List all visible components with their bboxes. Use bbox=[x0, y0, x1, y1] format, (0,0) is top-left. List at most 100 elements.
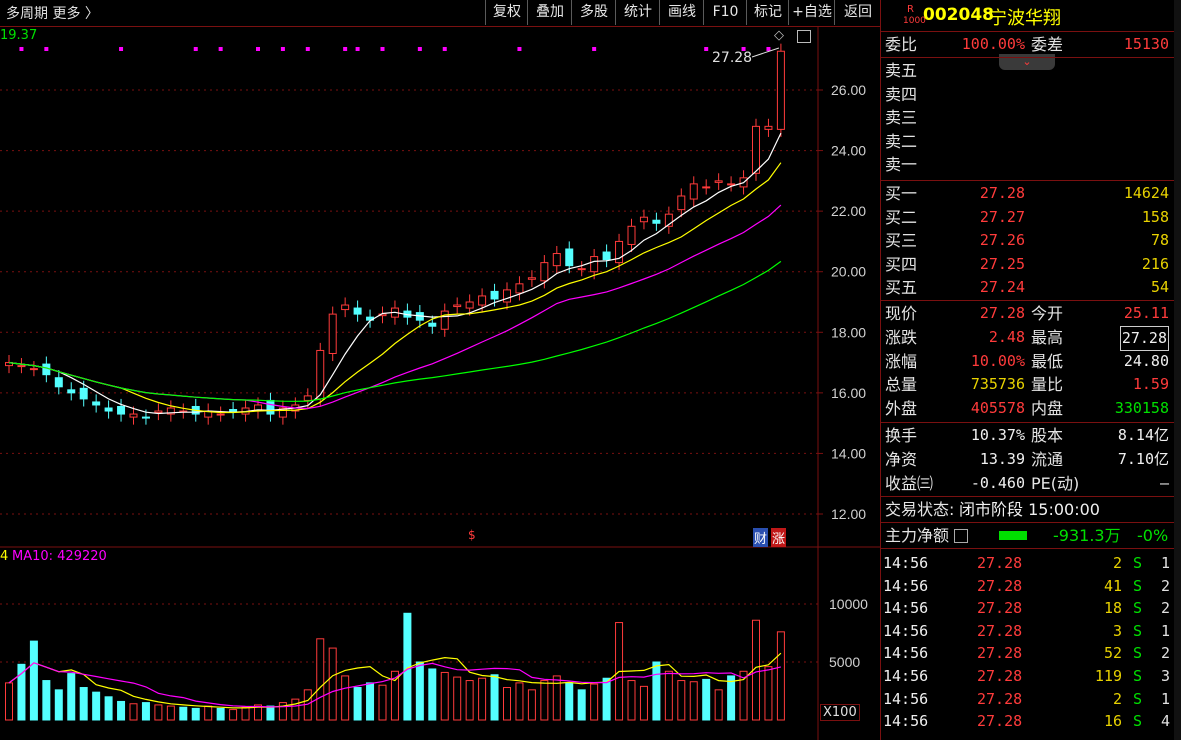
draw-button[interactable]: 画线 bbox=[659, 0, 704, 25]
add-watchlist-button[interactable]: +自选 bbox=[788, 0, 835, 25]
buy-volume: 216 bbox=[1141, 254, 1169, 273]
buy-volume: 158 bbox=[1141, 207, 1169, 226]
tick-row: 14:56 27.28 18 S 2 bbox=[881, 597, 1181, 620]
flow-label: 主力净额 bbox=[885, 526, 950, 545]
candle-body bbox=[590, 256, 599, 273]
volume-bar bbox=[652, 661, 661, 721]
fuquan-button[interactable]: 复权 bbox=[485, 0, 528, 25]
window-toggle-icon[interactable] bbox=[797, 30, 811, 43]
quote-panel: R 1000 002048 宁波华翔 委比 100.00% 委差 15130 ⌄… bbox=[880, 0, 1181, 740]
stats-button[interactable]: 统计 bbox=[615, 0, 660, 25]
tick-volume: 18 bbox=[1103, 599, 1122, 618]
volume-bar bbox=[154, 704, 163, 721]
tick-price: 27.28 bbox=[977, 667, 1023, 685]
candle-body bbox=[229, 409, 238, 412]
quote-value-2: 24.80 bbox=[1123, 351, 1169, 370]
volume-bar bbox=[478, 677, 487, 721]
sell-level-1: 卖一 bbox=[881, 153, 1171, 176]
buy-level-1[interactable]: 买一 27.28 14624 bbox=[881, 182, 1171, 205]
candle-body bbox=[428, 322, 437, 327]
quote-value: 27.28 bbox=[979, 304, 1025, 322]
candle-body bbox=[303, 395, 312, 401]
multi-stock-button[interactable]: 多股 bbox=[571, 0, 616, 25]
buy-level-5[interactable]: 买五 27.24 54 bbox=[881, 276, 1171, 299]
volume-bar bbox=[67, 673, 76, 721]
volume-bar bbox=[727, 675, 736, 721]
ma40-line bbox=[8, 260, 782, 402]
sell-level-2: 卖二 bbox=[881, 130, 1171, 153]
f10-button[interactable]: F10 bbox=[703, 0, 747, 25]
candle-body bbox=[565, 248, 574, 267]
tick-price: 27.28 bbox=[977, 689, 1023, 708]
buy-level-2[interactable]: 买二 27.27 158 bbox=[881, 206, 1171, 229]
tick-row: 14:56 27.28 41 S 2 bbox=[881, 575, 1181, 598]
volume-bar bbox=[490, 674, 499, 721]
tick-count: 4 bbox=[1161, 712, 1171, 731]
volume-bar bbox=[565, 682, 574, 721]
tick-time: 14:56 bbox=[883, 689, 929, 708]
tick-price: 27.28 bbox=[977, 576, 1023, 595]
buy-level-4[interactable]: 买四 27.25 216 bbox=[881, 253, 1171, 276]
event-marker bbox=[517, 47, 522, 51]
buy-volume: 78 bbox=[1150, 231, 1169, 249]
candle-body bbox=[527, 277, 536, 280]
quote-label: 涨跌 bbox=[885, 327, 918, 347]
tick-price: 27.28 bbox=[977, 554, 1023, 572]
sell-level-label: 卖三 bbox=[885, 108, 918, 127]
candle-body bbox=[266, 399, 275, 415]
tick-price: 27.28 bbox=[977, 712, 1023, 731]
volume-bar bbox=[702, 678, 711, 721]
quote-label-2: PE(动) bbox=[1031, 473, 1080, 493]
buy-volume: 14624 bbox=[1123, 184, 1169, 202]
tick-price: 27.28 bbox=[977, 599, 1023, 618]
volume-bar bbox=[627, 680, 636, 721]
overlay-button[interactable]: 叠加 bbox=[527, 0, 572, 25]
kline-chart[interactable]: 26.00 24.00 22.00 20.00 18.00 16.00 14.00 12.00… bbox=[0, 26, 880, 740]
diamond-icon[interactable]: ◇ bbox=[774, 28, 784, 43]
event-marker bbox=[417, 47, 422, 51]
volume-bar bbox=[639, 685, 648, 721]
tick-time: 14:56 bbox=[883, 576, 929, 595]
period-selector[interactable]: 多周期 更多 〉 bbox=[6, 3, 99, 23]
dividend-marker-icon[interactable]: $ bbox=[468, 528, 476, 542]
volume-bar bbox=[602, 677, 611, 721]
quote-value: 405578 bbox=[970, 399, 1025, 418]
buy-level-3[interactable]: 买三 27.26 78 bbox=[881, 229, 1171, 252]
ma-value-label: 19.37 bbox=[0, 28, 38, 43]
volume-tick-label: 10000 bbox=[829, 596, 868, 612]
candle-body bbox=[639, 216, 648, 223]
candle-body bbox=[216, 413, 225, 416]
finance-marker[interactable]: 财 bbox=[753, 528, 769, 547]
sell-level-5: 卖五 bbox=[881, 59, 1171, 82]
quote-row-2: 换手 10.37% 股本 8.14亿 bbox=[881, 424, 1171, 447]
limit-up-marker[interactable]: 涨 bbox=[771, 528, 787, 547]
flow-menu-icon[interactable] bbox=[954, 529, 968, 543]
candle-body bbox=[453, 304, 462, 308]
event-marker bbox=[44, 47, 49, 51]
quote-value: 13.39 bbox=[979, 449, 1025, 468]
volume-bar bbox=[229, 709, 238, 721]
back-button[interactable]: 返回 bbox=[834, 0, 881, 25]
mark-button[interactable]: 标记 bbox=[746, 0, 789, 25]
candle-body bbox=[689, 183, 698, 200]
volume-bar bbox=[378, 684, 387, 721]
tick-time: 14:56 bbox=[883, 667, 929, 685]
quote-value: 735736 bbox=[970, 375, 1025, 394]
volume-bar bbox=[527, 689, 536, 721]
candle-body bbox=[727, 183, 736, 186]
volume-bar bbox=[179, 706, 188, 721]
candle-body bbox=[752, 125, 760, 174]
candle-body bbox=[776, 50, 785, 130]
buy-price: 27.27 bbox=[979, 207, 1025, 226]
volume-bar bbox=[54, 689, 63, 721]
quote-row: 现价 27.28 今开 25.11 bbox=[881, 302, 1171, 325]
volume-bar bbox=[764, 666, 773, 721]
quote-row: 涨跌 2.48 最高 27.28 bbox=[881, 325, 1171, 351]
price-tick-label: 26.00 bbox=[831, 82, 866, 98]
tick-time: 14:56 bbox=[883, 599, 929, 618]
panel-scrollbar[interactable] bbox=[1174, 0, 1181, 740]
volume-bar bbox=[440, 671, 449, 721]
event-marker bbox=[442, 47, 447, 51]
buy-level-label: 买一 bbox=[885, 184, 918, 203]
candle-body bbox=[129, 413, 138, 418]
